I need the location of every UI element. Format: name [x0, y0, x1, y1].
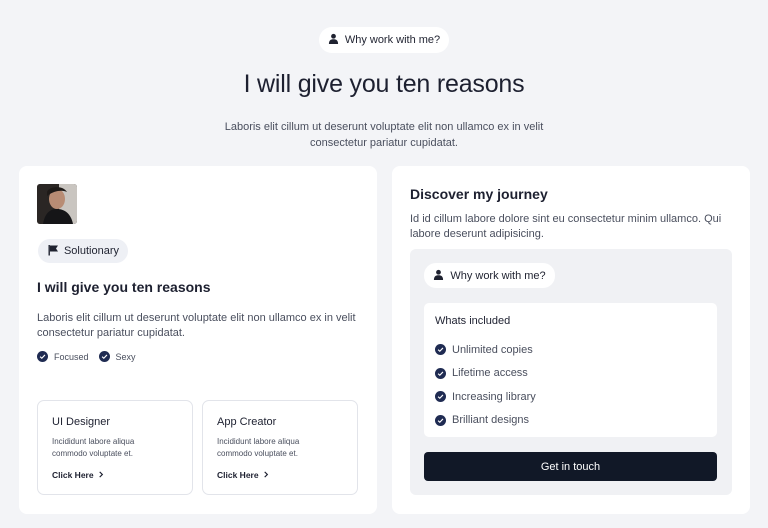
flag-icon: [47, 244, 59, 259]
chevron-right-icon: [98, 470, 104, 480]
avatar: [37, 184, 77, 224]
check-circle-icon: [435, 414, 446, 426]
link-label: Click Here: [217, 470, 259, 480]
get-in-touch-button[interactable]: Get in touch: [424, 452, 717, 481]
mini-card-title: App Creator: [217, 416, 277, 428]
included-list: Unlimited copies Lifetime access Increas…: [435, 338, 706, 432]
app-creator-card: App Creator Incididunt labore aliqua com…: [202, 400, 358, 495]
feature-item: Focused: [37, 351, 89, 362]
whats-included-title: Whats included: [435, 315, 511, 327]
user-icon: [433, 269, 444, 283]
list-item: Increasing library: [435, 385, 706, 409]
link-label: Click Here: [52, 470, 94, 480]
list-item: Unlimited copies: [435, 338, 706, 362]
list-item: Lifetime access: [435, 362, 706, 386]
list-item: Brilliant designs: [435, 409, 706, 433]
mini-card-description: Incididunt labore aliqua commodo volupta…: [52, 437, 135, 458]
ui-designer-click-here-link[interactable]: Click Here: [52, 470, 178, 480]
list-item-label: Unlimited copies: [452, 343, 533, 356]
list-item-label: Brilliant designs: [452, 414, 530, 427]
page: Why work with me? I will give you ten re…: [0, 0, 768, 528]
hero-subtitle: Laboris elit cillum ut deserunt voluptat…: [224, 121, 544, 149]
check-circle-icon: [435, 367, 446, 379]
journey-card-description: Id id cillum labore dolore sint eu conse…: [410, 213, 722, 240]
mini-card-title: UI Designer: [52, 416, 111, 428]
list-item-label: Lifetime access: [452, 367, 528, 380]
mini-card-description: Incididunt labore aliqua commodo volupta…: [217, 437, 300, 458]
ui-designer-card: UI Designer Incididunt labore aliqua com…: [37, 400, 193, 495]
journey-card: Discover my journey Id id cillum labore …: [392, 166, 750, 514]
check-circle-icon: [37, 351, 48, 362]
whats-included-box: Whats included Unlimited copies Lifetime…: [424, 303, 717, 437]
app-creator-click-here-link[interactable]: Click Here: [217, 470, 343, 480]
feature-item: Sexy: [98, 351, 136, 362]
journey-panel: Why work with me? Whats included Unlimit…: [410, 249, 732, 495]
why-work-pill: Why work with me?: [319, 27, 449, 53]
intro-card-description: Laboris elit cillum ut deserunt voluptat…: [37, 312, 356, 339]
feature-label: Focused: [54, 351, 89, 362]
intro-card: Solutionary I will give you ten reasons …: [19, 166, 377, 514]
why-work-pill-label: Why work with me?: [450, 269, 546, 282]
check-circle-icon: [435, 344, 446, 356]
solutionary-chip: Solutionary: [38, 239, 128, 263]
hero-title: I will give you ten reasons: [243, 70, 525, 98]
intro-card-title: I will give you ten reasons: [37, 279, 211, 295]
why-work-pill: Why work with me?: [424, 263, 555, 288]
user-icon: [328, 33, 339, 47]
list-item-label: Increasing library: [452, 390, 536, 403]
feature-label: Sexy: [115, 351, 136, 362]
journey-card-title: Discover my journey: [410, 186, 548, 202]
chevron-right-icon: [263, 470, 269, 480]
feature-list: Focused Sexy: [37, 351, 136, 362]
why-work-pill-label: Why work with me?: [344, 34, 441, 46]
check-circle-icon: [98, 351, 110, 362]
solutionary-chip-label: Solutionary: [63, 245, 120, 257]
check-circle-icon: [435, 391, 446, 403]
